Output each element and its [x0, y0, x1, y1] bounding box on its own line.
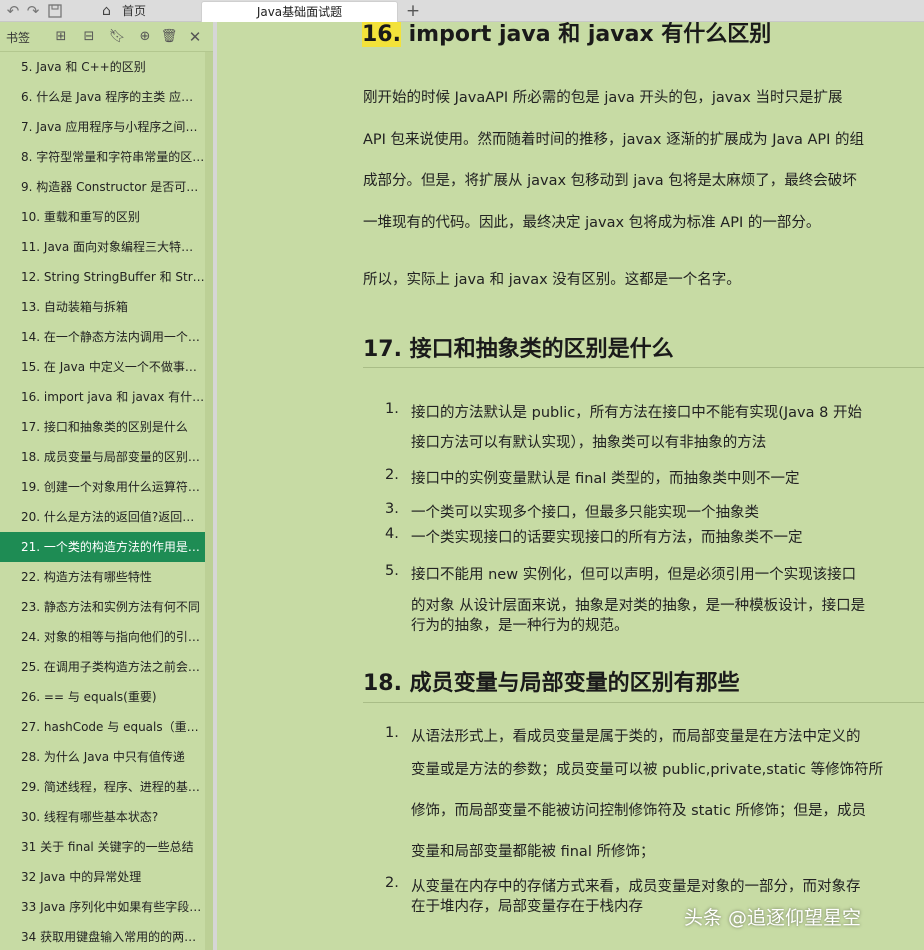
list-17-number: 5. — [385, 563, 399, 579]
sidebar-item[interactable]: 6. 什么是 Java 程序的主类 应用程序和小程序的主类有何不同？ — [0, 82, 205, 112]
delete-icon[interactable]: 🗑︎ — [160, 28, 178, 46]
top-toolbar: ↶ ↷ ⌂ 首页 Java基础面试题 + — [0, 0, 924, 22]
paragraph-16-line: 成部分。但是，将扩展从 javax 包移动到 java 包将是太麻烦了，最终会破… — [363, 173, 857, 189]
sidebar-item[interactable]: 15. 在 Java 中定义一个不做事且没有参数的构造方法的作用 — [0, 352, 205, 382]
sidebar-item[interactable]: 5. Java 和 C++的区别 — [0, 52, 205, 82]
tab-home-label: 首页 — [122, 4, 147, 18]
list-17-number: 1. — [385, 401, 399, 417]
paragraph-16-summary: 所以，实际上 java 和 javax 没有区别。这都是一个名字。 — [363, 272, 741, 288]
list-17-number: 3. — [385, 501, 399, 517]
sidebar-item[interactable]: 23. 静态方法和实例方法有何不同 — [0, 592, 205, 622]
sidebar-item[interactable]: 32 Java 中的异常处理 — [0, 862, 205, 892]
list-18-item-1-line: 修饰，而局部变量不能被访问控制修饰符及 static 所修饰；但是，成员 — [411, 803, 867, 819]
sidebar-item[interactable]: 24. 对象的相等与指向他们的引用相等，两者有什么不同? — [0, 622, 205, 652]
list-18-item-2-line: 从变量在内存中的存储方式来看，成员变量是对象的一部分，而对象存 — [411, 879, 861, 895]
paragraph-16-line: 刚开始的时候 JavaAPI 所必需的包是 java 开头的包，javax 当时… — [363, 90, 843, 106]
list-17-item-5-line: 接口不能用 new 实例化，但可以声明，但是必须引用一个实现该接口 — [411, 567, 857, 583]
list-17-item-1-line: 接口方法可以有默认实现），抽象类可以有非抽象的方法 — [411, 435, 767, 451]
sidebar-item[interactable]: 31 关于 final 关键字的一些总结 — [0, 832, 205, 862]
sidebar-item[interactable]: 17. 接口和抽象类的区别是什么 — [0, 412, 205, 442]
new-tab-button[interactable]: + — [403, 0, 423, 22]
list-17-item-5-line: 行为的抽象，是一种行为的规范。 — [411, 618, 629, 634]
watermark: 头条 @追逐仰望星空 — [684, 907, 862, 929]
undo-icon[interactable]: ↶ — [4, 2, 22, 20]
list-18-item-1-line: 从语法形式上，看成员变量是属于类的，而局部变量是在方法中定义的 — [411, 729, 861, 745]
heading-17: 17. 接口和抽象类的区别是什么 — [363, 337, 674, 362]
expand-all-icon[interactable]: ⊞ — [52, 28, 70, 46]
list-17-number: 2. — [385, 467, 399, 483]
sidebar-item[interactable]: 19. 创建一个对象用什么运算符?对象实体与对象引用有何不同? — [0, 472, 205, 502]
heading-16-number: 16. — [362, 22, 401, 47]
sidebar-item[interactable]: 11. Java 面向对象编程三大特性：封装 继承 多态 — [0, 232, 205, 262]
tab-document-label: Java基础面试题 — [256, 5, 343, 19]
heading-18: 18. 成员变量与局部变量的区别有那些 — [363, 671, 740, 696]
home-icon: ⌂ — [102, 3, 111, 19]
bookmark-icon[interactable]: 🔖︎ — [108, 28, 126, 46]
sidebar-item[interactable]: 34 获取用键盘输入常用的的两种方法 — [0, 922, 205, 950]
sidebar-item[interactable]: 26. == 与 equals(重要) — [0, 682, 205, 712]
paragraph-16-line: 一堆现有的代码。因此，最终决定 javax 包将成为标准 API 的一部分。 — [363, 215, 821, 231]
list-17-item-4-line: 一个类实现接口的话要实现接口的所有方法，而抽象类不一定 — [411, 530, 803, 546]
close-icon[interactable]: ✕ — [186, 28, 204, 46]
heading-16-text: import java 和 javax 有什么区别 — [400, 22, 772, 47]
sidebar-item[interactable]: 33 Java 序列化中如果有些字段不想进行序列化怎么办 — [0, 892, 205, 922]
redo-icon[interactable]: ↷ — [24, 2, 42, 20]
collapse-all-icon[interactable]: ⊟ — [80, 28, 98, 46]
tab-document[interactable]: Java基础面试题 — [201, 1, 398, 22]
sidebar-header: 书签 ⊞ ⊟ 🔖︎ ⊕ 🗑︎ ✕ — [0, 22, 213, 52]
sidebar-item[interactable]: 20. 什么是方法的返回值?返回值在类的方法里的作用是什么? — [0, 502, 205, 532]
sidebar-item[interactable]: 10. 重载和重写的区别 — [0, 202, 205, 232]
list-17-item-3-line: 一个类可以实现多个接口，但最多只能实现一个抽象类 — [411, 505, 759, 521]
heading-16-highlight: 16. — [362, 22, 401, 47]
tab-home[interactable]: ⌂ 首页 — [98, 0, 198, 22]
list-18-item-2-line: 在于堆内存，局部变量存在于栈内存 — [411, 899, 643, 915]
list-17-item-2-line: 接口中的实例变量默认是 final 类型的，而抽象类中则不一定 — [411, 471, 800, 487]
document-page: 16. import java 和 javax 有什么区别 刚开始的时候 Jav… — [217, 22, 924, 950]
bookmark-sidebar: 书签 ⊞ ⊟ 🔖︎ ⊕ 🗑︎ ✕ 5. Java 和 C++的区别 6. 什么是 … — [0, 22, 213, 950]
sidebar-item[interactable]: 22. 构造方法有哪些特性 — [0, 562, 205, 592]
sidebar-item[interactable]: 13. 自动装箱与拆箱 — [0, 292, 205, 322]
sidebar-item[interactable]: 28. 为什么 Java 中只有值传递 — [0, 742, 205, 772]
heading-18-rule — [363, 702, 924, 703]
paragraph-16-line: API 包来说使用。然而随着时间的推移，javax 逐渐的扩展成为 Java A… — [363, 132, 865, 148]
sidebar-item[interactable]: 16. import java 和 javax 有什么区别 — [0, 382, 205, 412]
list-17-item-5-line: 的对象 从设计层面来说，抽象是对类的抽象，是一种模板设计，接口是 — [411, 598, 866, 614]
save-icon[interactable] — [46, 2, 64, 20]
sidebar-title: 书签 — [6, 31, 31, 45]
list-17-item-1-line: 接口的方法默认是 public，所有方法在接口中不能有实现(Java 8 开始 — [411, 405, 862, 421]
sidebar-item[interactable]: 14. 在一个静态方法内调用一个非静态成员为什么是非法的？ — [0, 322, 205, 352]
sidebar-item[interactable]: 9. 构造器 Constructor 是否可被 override？ — [0, 172, 205, 202]
sidebar-item[interactable]: 21. 一个类的构造方法的作用是什么？ — [0, 532, 205, 562]
sidebar-item[interactable]: 27. hashCode 与 equals（重要） — [0, 712, 205, 742]
list-18-item-1-line: 变量或是方法的参数；成员变量可以被 public,private,static … — [411, 762, 884, 778]
sidebar-item[interactable]: 7. Java 应用程序与小程序之间有哪些差别？ — [0, 112, 205, 142]
sidebar-item[interactable]: 25. 在调用子类构造方法之前会先调用父类没有参数的构造方法，其目的是? — [0, 652, 205, 682]
list-18-item-1-line: 变量和局部变量都能被 final 所修饰； — [411, 844, 655, 860]
sidebar-item[interactable]: 18. 成员变量与局部变量的区别有那些 — [0, 442, 205, 472]
sidebar-scrollbar[interactable] — [205, 52, 213, 950]
sidebar-item[interactable]: 29. 简述线程，程序、进程的基本概念。以及他们之间关系是什么? — [0, 772, 205, 802]
heading-17-rule — [363, 367, 924, 368]
list-18-number: 1. — [385, 725, 399, 741]
sidebar-item[interactable]: 12. String StringBuffer 和 StringBuilder … — [0, 262, 205, 292]
add-bookmark-icon[interactable]: ⊕ — [136, 28, 154, 46]
sidebar-item[interactable]: 8. 字符型常量和字符串常量的区别？ — [0, 142, 205, 172]
sidebar-item[interactable]: 30. 线程有哪些基本状态? — [0, 802, 205, 832]
list-17-number: 4. — [385, 526, 399, 542]
heading-16: 16. import java 和 javax 有什么区别 — [362, 22, 771, 48]
list-18-number: 2. — [385, 875, 399, 891]
